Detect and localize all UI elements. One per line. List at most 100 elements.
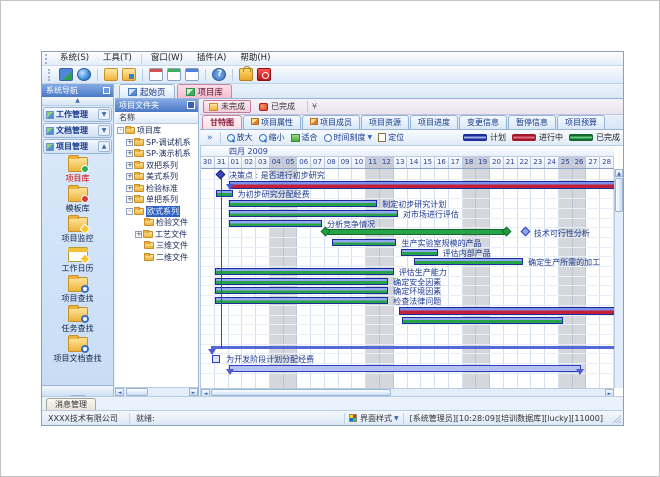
- sidebar-item-work-calendar[interactable]: 工作日历: [42, 247, 113, 274]
- help-icon[interactable]: [212, 68, 226, 81]
- tree-node-7[interactable]: +单把系列: [115, 194, 198, 206]
- panel-arrow-icon[interactable]: ▼: [98, 109, 110, 120]
- menu-item-1[interactable]: 系统(S): [53, 52, 96, 65]
- tree-node-1[interactable]: -项目库: [115, 125, 198, 137]
- folder-open-icon[interactable]: [104, 68, 118, 81]
- tree-expander-icon[interactable]: +: [126, 139, 133, 146]
- logout-icon[interactable]: [257, 68, 271, 81]
- zoom-out-button[interactable]: 缩小: [256, 131, 288, 144]
- gantt-bar[interactable]: [229, 220, 323, 227]
- sidebar-item-template-library[interactable]: 模板库: [42, 187, 113, 214]
- lock-icon[interactable]: [239, 68, 253, 81]
- gantt-bar[interactable]: [229, 365, 581, 372]
- gantt-bar[interactable]: [399, 307, 614, 315]
- tree-scroll-right-icon[interactable]: ►: [189, 388, 198, 396]
- sidebar-item-project-library[interactable]: 项目库: [42, 157, 113, 184]
- tree-hscrollbar[interactable]: ◄ ►: [115, 387, 198, 396]
- zoom-in-button[interactable]: 放大: [224, 131, 256, 144]
- sidebar-item-task-search[interactable]: 任务查找: [42, 307, 113, 334]
- tree-expander-icon[interactable]: -: [117, 127, 124, 134]
- tree-node-10[interactable]: +工艺文件: [115, 229, 198, 241]
- doc-tab-1[interactable]: 起始页: [119, 84, 175, 98]
- gantt-vscrollbar[interactable]: ▲: [614, 169, 623, 388]
- gantt-bar[interactable]: [215, 287, 388, 294]
- gantt-bar[interactable]: [229, 200, 378, 207]
- tree-scroll-left-icon[interactable]: ◄: [115, 388, 124, 396]
- milestone-flag[interactable]: [520, 227, 530, 237]
- gantt-bar[interactable]: [216, 190, 233, 197]
- tree-node-6[interactable]: +检验标准: [115, 183, 198, 195]
- calendar-red-icon[interactable]: [149, 68, 163, 81]
- tree-expander-icon[interactable]: +: [135, 231, 142, 238]
- menu-item-2[interactable]: 工具(T): [96, 52, 139, 65]
- gantt-vscroll-thumb[interactable]: [615, 178, 623, 212]
- sidebar-pin-icon[interactable]: [103, 87, 110, 94]
- tree-expander-icon[interactable]: +: [126, 150, 133, 157]
- gantt-tab-1[interactable]: 甘特图: [202, 115, 242, 129]
- gantt-tab-3[interactable]: 项目成员: [302, 115, 360, 129]
- task-note-icon[interactable]: [212, 355, 220, 363]
- calendar-green-icon[interactable]: [167, 68, 181, 81]
- gantt-bar[interactable]: [402, 317, 563, 324]
- tree-expander-icon[interactable]: +: [126, 162, 133, 169]
- gantt-tab-4[interactable]: 项目资源: [361, 115, 409, 129]
- gantt-bar[interactable]: [215, 297, 388, 304]
- gantt-bar[interactable]: [325, 229, 507, 235]
- gantt-bar[interactable]: [229, 181, 614, 189]
- gantt-bar[interactable]: [414, 258, 523, 265]
- gantt-bar[interactable]: [332, 239, 397, 246]
- tree-pin-icon[interactable]: [187, 101, 195, 109]
- sidebar-scroll-up[interactable]: ▲: [42, 97, 113, 106]
- menu-item-5[interactable]: 帮助(H): [233, 52, 277, 65]
- tree-node-9[interactable]: 检验文件: [115, 217, 198, 229]
- gantt-tab-5[interactable]: 项目进度: [410, 115, 458, 129]
- menu-item-3[interactable]: 窗口(W): [144, 52, 190, 65]
- fit-button[interactable]: 适合: [288, 131, 321, 144]
- sidebar-item-project-search[interactable]: 项目查找: [42, 277, 113, 304]
- doc-tab-2[interactable]: 项目库: [177, 84, 233, 98]
- tree-node-12[interactable]: 二维文件: [115, 252, 198, 264]
- sidebar-panel-1[interactable]: 工作管理▼: [43, 107, 112, 122]
- toolbar-grip[interactable]: [48, 69, 53, 81]
- gantt-tab-8[interactable]: 项目预算: [557, 115, 605, 129]
- gantt-scroll-up-icon[interactable]: ▲: [615, 169, 623, 177]
- tree-node-3[interactable]: +SP-演示机系: [115, 148, 198, 160]
- calendar-blue-icon[interactable]: [185, 68, 199, 81]
- filter-more-button[interactable]: ¥: [312, 102, 317, 111]
- tree-expander-icon[interactable]: +: [126, 173, 133, 180]
- locate-button[interactable]: 定位: [375, 131, 407, 144]
- sidebar-item-project-monitor[interactable]: 项目监控: [42, 217, 113, 244]
- gantt-bar[interactable]: [229, 210, 398, 217]
- tree-node-2[interactable]: +SP-调试机系: [115, 137, 198, 149]
- tree-node-4[interactable]: +双把系列: [115, 160, 198, 172]
- tree-scroll-thumb[interactable]: [126, 388, 148, 396]
- menubar-grip[interactable]: [45, 54, 50, 64]
- tree-node-8[interactable]: -欧式系列: [115, 206, 198, 218]
- folder-chart-icon[interactable]: [122, 68, 136, 81]
- monitor-icon[interactable]: [59, 68, 73, 81]
- tree-node-5[interactable]: +美式系列: [115, 171, 198, 183]
- time-scale-button[interactable]: 时间刻度▼: [321, 131, 376, 144]
- gantt-tab-2[interactable]: 项目属性: [243, 115, 301, 129]
- tree-node-11[interactable]: 三维文件: [115, 240, 198, 252]
- sidebar-panel-2[interactable]: 文档管理▼: [43, 123, 112, 138]
- tree-expander-icon[interactable]: -: [126, 208, 133, 215]
- gantt-bar[interactable]: [215, 268, 394, 275]
- gantt-bar[interactable]: [215, 278, 388, 285]
- panel-arrow-icon[interactable]: ▲: [98, 141, 110, 152]
- sidebar-panel-3[interactable]: 项目管理▲: [43, 139, 112, 154]
- gantt-hscrollbar[interactable]: ◄ ►: [201, 388, 614, 396]
- toolbar-overflow-icon[interactable]: »: [207, 133, 213, 143]
- resize-grip[interactable]: [611, 413, 621, 423]
- gantt-tab-6[interactable]: 变更信息: [459, 115, 507, 129]
- sidebar-item-project-doc-search[interactable]: 项目文档查找: [42, 337, 113, 364]
- gantt-bar[interactable]: [401, 249, 438, 256]
- tree-expander-icon[interactable]: +: [126, 196, 133, 203]
- tree-expander-icon[interactable]: +: [126, 185, 133, 192]
- ui-style-button[interactable]: 界面样式 ▼: [344, 413, 403, 424]
- filter-complete-button[interactable]: 已完成: [254, 100, 300, 113]
- gantt-hscroll-thumb[interactable]: [211, 389, 391, 396]
- panel-arrow-icon[interactable]: ▼: [98, 125, 110, 136]
- gantt-bar[interactable]: [211, 346, 614, 349]
- filter-incomplete-button[interactable]: 未完成: [203, 100, 251, 113]
